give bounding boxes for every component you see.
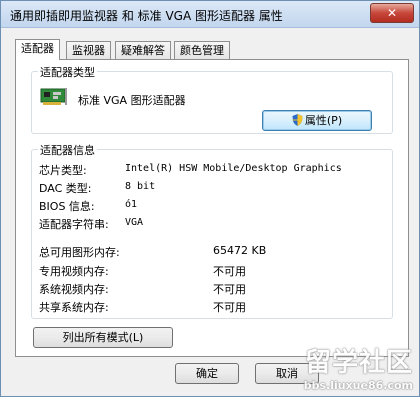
tab-troubleshoot[interactable]: 疑难解答 [115, 41, 171, 59]
adapter-properties-button[interactable]: 属性(P) [262, 110, 372, 131]
shared-system-memory-label: 共享系统内存: [39, 301, 109, 314]
ok-button[interactable]: 确定 [175, 363, 239, 384]
total-graphics-memory-value: 65472 KB [213, 244, 267, 257]
tab-monitor[interactable]: 监视器 [66, 41, 111, 59]
shared-system-memory-value: 不可用 [213, 301, 246, 314]
site-watermark: 留学社区 bbs.liuxue86.com [304, 342, 413, 392]
total-graphics-memory-label: 总可用图形内存: [39, 246, 120, 259]
watermark-url: bbs.liuxue86.com [303, 379, 413, 392]
window-title: 通用即插即用监视器 和 标准 VGA 图形适配器 属性 [10, 9, 283, 23]
dedicated-video-memory-value: 不可用 [213, 265, 246, 278]
title-bar[interactable]: 通用即插即用监视器 和 标准 VGA 图形适配器 属性 ✕ [1, 1, 419, 28]
close-button[interactable]: ✕ [370, 3, 414, 23]
dac-type-value: 8 bit [125, 181, 156, 192]
adapter-string-label: 适配器字符串: [39, 218, 109, 231]
adapter-tab-panel: 适配器类型 标准 VGA 图形适配器 属性(P) 适配器信息 芯片类型: Int… [15, 59, 409, 357]
chip-type-label: 芯片类型: [39, 164, 87, 177]
chip-type-value: Intel(R) HSW Mobile/Desktop Graphics [125, 163, 342, 174]
bios-info-label: BIOS 信息: [39, 200, 95, 213]
system-video-memory-value: 不可用 [213, 283, 246, 296]
adapter-name: 标准 VGA 图形适配器 [78, 94, 186, 107]
display-adapter-icon [40, 88, 67, 105]
tab-color-management[interactable]: 颜色管理 [174, 41, 230, 59]
list-all-modes-button[interactable]: 列出所有模式(L) [33, 327, 173, 348]
dac-type-label: DAC 类型: [39, 182, 92, 195]
properties-dialog: 通用即插即用监视器 和 标准 VGA 图形适配器 属性 ✕ 适配器 监视器 疑难… [0, 0, 420, 397]
adapter-properties-label: 属性(P) [304, 114, 343, 127]
system-video-memory-label: 系统视频内存: [39, 283, 109, 296]
adapter-type-group-label: 适配器类型 [38, 64, 97, 80]
adapter-info-group-label: 适配器信息 [38, 142, 97, 158]
dedicated-video-memory-label: 专用视频内存: [39, 265, 109, 278]
adapter-info-group: 适配器信息 芯片类型: Intel(R) HSW Mobile/Desktop … [31, 142, 393, 319]
adapter-string-value: VGA [125, 217, 144, 228]
uac-shield-icon [292, 114, 303, 126]
bios-info-value: ó1 [125, 199, 138, 210]
watermark-logo-text: 留学社区 [304, 348, 413, 378]
tab-adapter[interactable]: 适配器 [15, 39, 60, 60]
adapter-type-group: 适配器类型 标准 VGA 图形适配器 属性(P) [31, 64, 393, 134]
